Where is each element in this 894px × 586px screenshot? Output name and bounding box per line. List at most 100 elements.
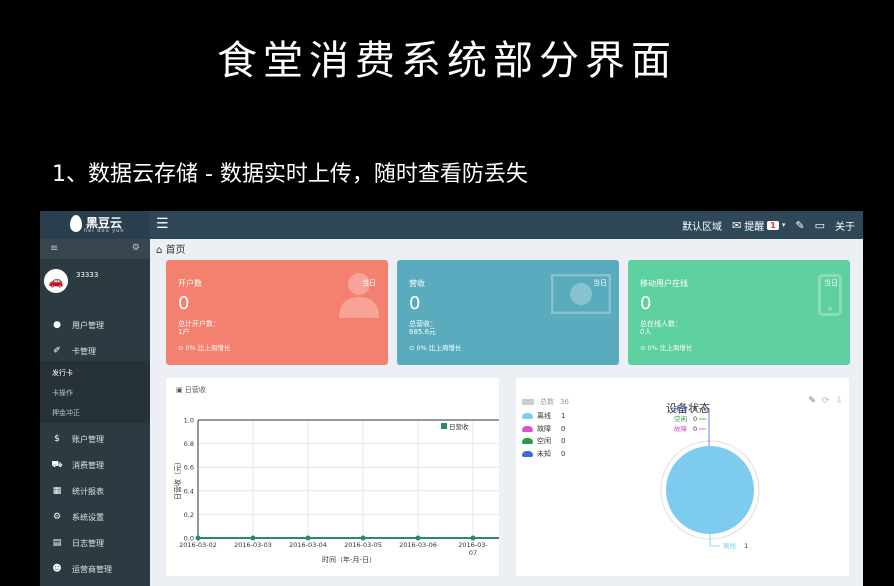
submenu-deposit-reversal[interactable]: 押金冲正	[40, 403, 150, 423]
list-icon[interactable]: ≡	[50, 243, 58, 254]
settings-small-icon[interactable]: ⚙	[132, 243, 140, 253]
card-total-value: 1户	[178, 328, 190, 336]
sidebar-item-reports[interactable]: ▦ 统计报表	[40, 478, 150, 504]
arrow-circle-icon: ⊙	[409, 344, 415, 352]
sidebar-toolbar: ≡ ⚙	[40, 239, 150, 259]
logo-drop-icon	[70, 215, 82, 232]
card-footer-text: 0% 比上周增长	[647, 344, 693, 352]
avatar[interactable]: 🚗	[44, 269, 68, 293]
sidebar-item-accounts[interactable]: $ 账户管理	[40, 426, 150, 452]
logo-subtext: hei dou yun	[84, 228, 125, 234]
breadcrumb: ⌂ 首页	[156, 241, 186, 256]
submenu-card-ops[interactable]: 卡操作	[40, 383, 150, 403]
menu-toggle-icon[interactable]: ☰	[156, 216, 169, 232]
dollar-icon: $	[54, 434, 60, 444]
x-tick-label: 2016-03-03	[234, 541, 272, 549]
x-tick-label: 07	[469, 549, 477, 557]
log-icon: ▤	[52, 538, 62, 548]
revenue-chart-panel: ▣ 日营收 0.0 0.2 0.4 0.6 0.8 1.0 2016-03-02 2016-0…	[166, 378, 499, 576]
sidebar-item-label: 账户管理	[72, 434, 104, 444]
data-point	[470, 535, 476, 541]
region-selector[interactable]: 默认区域	[682, 218, 722, 233]
alerts-button[interactable]: ✉ 提醒 1 ▾	[732, 218, 785, 233]
pie-label: 离线	[723, 541, 737, 550]
pie-label-value: 1	[744, 542, 748, 550]
pie-label: 故障	[674, 424, 688, 433]
card-value: 0	[409, 293, 421, 314]
legend-swatch	[441, 423, 447, 429]
card-title: 开户数	[178, 279, 202, 288]
device-pie-chart: 未知 0 空闲 0 故障 0 离线 1	[660, 404, 760, 550]
banner-title: 食堂消费系统部分界面	[217, 38, 677, 84]
legend-label: 日营收	[449, 422, 469, 431]
table-icon: ▦	[52, 486, 62, 496]
monitor-icon[interactable]: ▭	[815, 219, 825, 232]
card-tag: 当日	[593, 279, 607, 287]
sidebar-item-label: 系统设置	[72, 512, 104, 522]
user-icon: ●	[53, 320, 61, 330]
stat-card-mobile-online: 当日 移动用户在线 0 总在线人数： 0人 ⊙ 0% 比上周增长	[628, 260, 850, 365]
edit-icon[interactable]: ✎	[795, 219, 804, 232]
pie-label-value: 0	[693, 425, 697, 433]
sidebar-item-label: 日志管理	[72, 538, 104, 548]
submenu-label: 卡操作	[52, 389, 73, 397]
x-tick-label: 2016-03-	[458, 541, 488, 549]
pie-label: 空闲	[674, 414, 687, 423]
alerts-label: 提醒	[744, 221, 765, 233]
user-panel: 🚗 33333	[40, 259, 150, 303]
sidebar-item-label: 运营商管理	[72, 564, 112, 574]
stat-card-revenue: 当日 营收 0 总营收： 685.6元 ⊙ 0% 比上周增长	[397, 260, 619, 365]
gear-icon: ⚙	[52, 512, 62, 522]
logo[interactable]: 黑豆云 hei dou yun	[40, 211, 150, 239]
arrow-circle-icon: ⊙	[178, 344, 184, 352]
pie-slice-offline	[666, 446, 754, 534]
x-tick-label: 2016-03-05	[344, 541, 382, 549]
data-point	[305, 535, 311, 541]
sidebar-item-label: 统计报表	[72, 486, 104, 496]
sidebar-item-operators[interactable]: ☻ 运营商管理	[40, 556, 150, 582]
submenu-label: 发行卡	[52, 369, 73, 377]
alert-bell-icon: ✉	[732, 218, 742, 232]
home-icon: ⌂	[156, 245, 163, 256]
y-tick-label: 0.2	[184, 511, 194, 519]
card-footer-text: 0% 比上周增长	[185, 344, 231, 352]
sidebar-item-consumption[interactable]: ⛟ 消费管理	[40, 452, 150, 478]
y-tick-label: 1.0	[184, 417, 194, 425]
card-footer: ⊙ 0% 比上周增长	[178, 342, 230, 352]
banner-subtitle: 1、数据云存储 - 数据实时上传，随时查看防丢失	[52, 162, 528, 187]
card-value: 0	[640, 293, 652, 314]
arrow-circle-icon: ⊙	[640, 344, 646, 352]
submenu-label: 押金冲正	[52, 409, 80, 417]
group-icon: ☻	[52, 564, 62, 574]
pie-label-value: 0	[693, 405, 697, 413]
card-title: 移动用户在线	[640, 279, 688, 288]
about-link[interactable]: 关于	[835, 218, 855, 233]
breadcrumb-home[interactable]: 首页	[166, 245, 186, 256]
sidebar-item-logs[interactable]: ▤ 日志管理	[40, 530, 150, 556]
device-status-panel: 总数 36 离线 1 故障 0 空闲 0 未知 0 设备状态 ✎ ⟳ ⇩ 未知 0 空闲 0 故障 0 离…	[516, 378, 849, 576]
submenu-issue-card[interactable]: 发行卡	[40, 363, 150, 383]
tag-icon: ✐	[53, 346, 61, 356]
sidebar-item-users[interactable]: ● 用户管理	[40, 312, 150, 338]
pie-label-value: 0	[693, 415, 697, 423]
y-axis-label: 日营收（元）	[173, 458, 182, 500]
user-name: 33333	[76, 271, 99, 279]
x-tick-label: 2016-03-02	[179, 541, 217, 549]
sidebar-item-settings[interactable]: ⚙ 系统设置	[40, 504, 150, 530]
top-bar: 黑豆云 hei dou yun ☰ 默认区域 ✉ 提醒 1 ▾ ✎ ▭ 关于	[40, 211, 863, 239]
data-point	[360, 535, 366, 541]
stat-card-accounts: 当日 开户数 0 总计开户数： 1户 ⊙ 0% 比上周增长	[166, 260, 388, 365]
x-tick-label: 2016-03-04	[289, 541, 327, 549]
x-axis-label: 时间（年-月-日）	[322, 555, 376, 564]
sidebar-item-label: 用户管理	[72, 320, 104, 330]
pie-label-leader	[706, 408, 710, 446]
caret-down-icon: ▾	[781, 221, 786, 229]
sidebar-item-label: 卡管理	[72, 346, 96, 356]
data-point	[415, 535, 421, 541]
alerts-count-badge: 1	[767, 220, 779, 230]
car-icon: 🚗	[48, 274, 64, 288]
y-tick-label: 0.6	[184, 464, 194, 472]
cart-icon: ⛟	[51, 459, 63, 470]
pie-label-leader	[709, 534, 720, 547]
revenue-line-chart: 0.00.20.40.60.81.02016-03-02 2016-03-03 20…	[173, 417, 499, 564]
